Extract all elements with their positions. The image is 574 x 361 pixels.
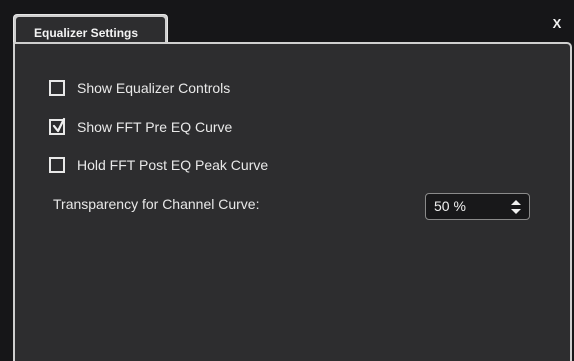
show-fft-pre-eq-curve-checkbox[interactable] [49, 117, 66, 135]
tab-label: Equalizer Settings [34, 26, 139, 40]
settings-panel: Show Equalizer Controls Show FFT Pre EQ … [13, 42, 572, 361]
show-equalizer-controls-label: Show Equalizer Controls [77, 80, 231, 96]
up-down-arrow-icon[interactable] [511, 200, 521, 214]
show-fft-pre-eq-curve-label: Show FFT Pre EQ Curve [77, 119, 233, 135]
checkmark-icon [52, 117, 66, 133]
transparency-label: Transparency for Channel Curve: [53, 196, 260, 212]
equalizer-settings-window: Equalizer Settings X Show Equalizer Cont… [0, 0, 574, 361]
show-equalizer-controls-checkbox[interactable] [49, 80, 65, 96]
transparency-spinbox[interactable]: 50 % [425, 193, 530, 220]
option-show-equalizer-controls[interactable]: Show Equalizer Controls [49, 78, 230, 98]
hold-fft-post-eq-peak-curve-label: Hold FFT Post EQ Peak Curve [77, 157, 269, 173]
tab-equalizer-settings[interactable]: Equalizer Settings [13, 14, 168, 44]
close-icon[interactable]: X [550, 17, 564, 31]
hold-fft-post-eq-peak-curve-checkbox[interactable] [49, 157, 65, 173]
transparency-value: 50 % [434, 198, 466, 214]
option-hold-fft-post-eq-peak-curve[interactable]: Hold FFT Post EQ Peak Curve [49, 155, 268, 175]
tab-inner: Equalizer Settings [16, 17, 165, 44]
option-show-fft-pre-eq-curve[interactable]: Show FFT Pre EQ Curve [49, 117, 232, 137]
